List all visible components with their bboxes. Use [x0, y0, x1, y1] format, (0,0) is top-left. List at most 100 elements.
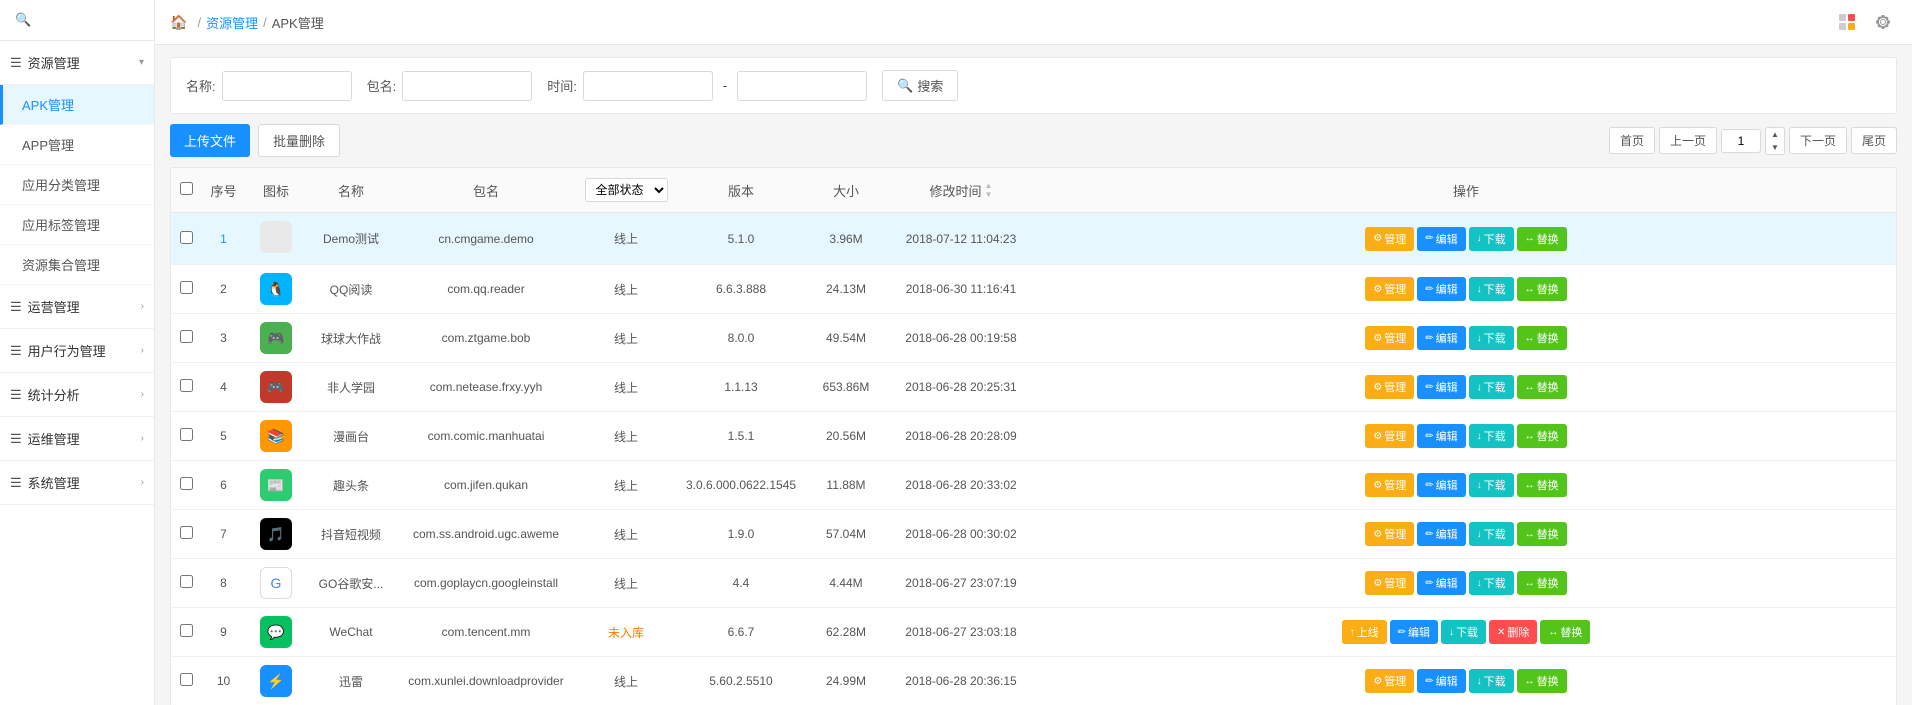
- btn-replace[interactable]: ↔替换: [1517, 277, 1567, 301]
- next-page-button[interactable]: 下一页: [1789, 127, 1847, 154]
- name-input[interactable]: [222, 71, 352, 101]
- table-row: 8GGO谷歌安...com.goplaycn.googleinstall线上4.…: [171, 559, 1896, 608]
- time-sort[interactable]: 修改时间 ▲▼: [930, 181, 993, 200]
- btn-manage[interactable]: ⚙管理: [1365, 227, 1414, 251]
- sidebar-group-operations[interactable]: ☰ 运营管理 ›: [0, 285, 154, 329]
- row-checkbox[interactable]: [180, 673, 193, 686]
- btn-manage[interactable]: ⚙管理: [1365, 571, 1414, 595]
- manage-icon: ⚙: [1373, 382, 1382, 393]
- btn-replace[interactable]: ↔替换: [1517, 326, 1567, 350]
- batch-delete-button[interactable]: 批量删除: [258, 124, 340, 157]
- row-checkbox[interactable]: [180, 281, 193, 294]
- btn-download[interactable]: ↓下载: [1469, 227, 1514, 251]
- sidebar-item-app-tag[interactable]: 应用标签管理: [0, 205, 154, 245]
- page-number-input[interactable]: [1721, 129, 1761, 153]
- btn-edit[interactable]: ✏编辑: [1417, 571, 1465, 595]
- row-checkbox[interactable]: [180, 477, 193, 490]
- chevron-right-icon: ›: [141, 301, 144, 312]
- row-checkbox[interactable]: [180, 330, 193, 343]
- home-icon[interactable]: 🏠: [170, 14, 187, 31]
- btn-edit[interactable]: ✏编辑: [1417, 424, 1465, 448]
- btn-replace[interactable]: ↔替换: [1517, 375, 1567, 399]
- btn-edit[interactable]: ✏编辑: [1417, 473, 1465, 497]
- sidebar-item-app-category[interactable]: 应用分类管理: [0, 165, 154, 205]
- select-all-checkbox[interactable]: [180, 182, 193, 195]
- grid-icon-btn[interactable]: [1833, 8, 1861, 36]
- btn-download[interactable]: ↓下载: [1469, 571, 1514, 595]
- sidebar-group-user-behavior[interactable]: ☰ 用户行为管理 ›: [0, 329, 154, 373]
- btn-manage[interactable]: ⚙管理: [1365, 473, 1414, 497]
- sidebar-group-ops-mgmt[interactable]: ☰ 运维管理 ›: [0, 417, 154, 461]
- pkg-input[interactable]: [402, 71, 532, 101]
- btn-download[interactable]: ↓下载: [1469, 473, 1514, 497]
- row-checkbox[interactable]: [180, 428, 193, 441]
- btn-edit[interactable]: ✏编辑: [1390, 620, 1438, 644]
- sidebar-item-resource-collection[interactable]: 资源集合管理: [0, 245, 154, 285]
- sidebar-section-resources: ☰ 资源管理 ▾ APK管理 APP管理 应用分类管理 应用标签管理 资源集合管…: [0, 41, 154, 285]
- sidebar-item-app[interactable]: APP管理: [0, 125, 154, 165]
- status-filter-select[interactable]: 全部状态 线上 未入库: [585, 178, 668, 202]
- btn-manage[interactable]: ⚙管理: [1365, 424, 1414, 448]
- row-checkbox[interactable]: [180, 231, 193, 244]
- sidebar: 🔍 ☰ 资源管理 ▾ APK管理 APP管理 应用分类管理 应用标签管理 资源集…: [0, 0, 155, 705]
- search-field-time: 时间: -: [547, 71, 867, 101]
- version-cell: 6.6.7: [676, 608, 806, 657]
- col-status-header[interactable]: 全部状态 线上 未入库: [576, 168, 676, 213]
- btn-edit[interactable]: ✏编辑: [1417, 227, 1465, 251]
- btn-download[interactable]: ↓下载: [1469, 522, 1514, 546]
- seq-link[interactable]: 1: [220, 232, 227, 246]
- prev-page-button[interactable]: 上一页: [1659, 127, 1717, 154]
- btn-download[interactable]: ↓下载: [1469, 277, 1514, 301]
- btn-manage[interactable]: ⚙管理: [1365, 375, 1414, 399]
- breadcrumb-resources[interactable]: 资源管理: [206, 13, 258, 32]
- btn-replace[interactable]: ↔替换: [1540, 620, 1590, 644]
- breadcrumb-sep1: /: [197, 15, 201, 30]
- btn-replace[interactable]: ↔替换: [1517, 522, 1567, 546]
- btn-edit[interactable]: ✏编辑: [1417, 669, 1465, 693]
- btn-edit[interactable]: ✏编辑: [1417, 522, 1465, 546]
- status-badge: 线上: [614, 381, 638, 395]
- time-start-input[interactable]: [583, 71, 713, 101]
- time-end-input[interactable]: [737, 71, 867, 101]
- first-page-button[interactable]: 首页: [1609, 127, 1655, 154]
- btn-replace[interactable]: ↔替换: [1517, 227, 1567, 251]
- sidebar-item-apk[interactable]: APK管理: [0, 85, 154, 125]
- row-checkbox[interactable]: [180, 379, 193, 392]
- row-checkbox[interactable]: [180, 575, 193, 588]
- search-button[interactable]: 🔍 搜索: [882, 70, 958, 101]
- sidebar-group-resources[interactable]: ☰ 资源管理 ▾: [0, 41, 154, 85]
- btn-manage[interactable]: ⚙管理: [1365, 277, 1414, 301]
- btn-replace[interactable]: ↔替换: [1517, 473, 1567, 497]
- pkg-label: 包名:: [367, 76, 397, 95]
- row-checkbox[interactable]: [180, 624, 193, 637]
- btn-replace[interactable]: ↔替换: [1517, 571, 1567, 595]
- upload-button[interactable]: 上传文件: [170, 124, 250, 157]
- btn-download[interactable]: ↓下载: [1469, 326, 1514, 350]
- btn-edit[interactable]: ✏编辑: [1417, 375, 1465, 399]
- btn-download[interactable]: ↓下载: [1469, 669, 1514, 693]
- btn-download[interactable]: ↓下载: [1469, 424, 1514, 448]
- btn-edit[interactable]: ✏编辑: [1417, 277, 1465, 301]
- sidebar-group-stats[interactable]: ☰ 统计分析 ›: [0, 373, 154, 417]
- page-down-arrow[interactable]: ▼: [1766, 141, 1784, 154]
- btn-manage[interactable]: ⚙管理: [1365, 669, 1414, 693]
- btn-online[interactable]: ↑上线: [1342, 620, 1387, 644]
- sidebar-group-system[interactable]: ☰ 系统管理 ›: [0, 461, 154, 505]
- last-page-button[interactable]: 尾页: [1851, 127, 1897, 154]
- btn-delete[interactable]: ✕删除: [1489, 620, 1537, 644]
- btn-manage[interactable]: ⚙管理: [1365, 522, 1414, 546]
- btn-manage[interactable]: ⚙管理: [1365, 326, 1414, 350]
- btn-download[interactable]: ↓下载: [1469, 375, 1514, 399]
- row-checkbox[interactable]: [180, 526, 193, 539]
- btn-edit[interactable]: ✏编辑: [1417, 326, 1465, 350]
- btn-download[interactable]: ↓下载: [1441, 620, 1486, 644]
- sidebar-search[interactable]: 🔍: [0, 0, 154, 41]
- gear-icon-btn[interactable]: [1869, 8, 1897, 36]
- page-up-arrow[interactable]: ▲: [1766, 128, 1784, 141]
- pkg-cell: com.ss.android.ugc.aweme: [396, 510, 576, 559]
- replace-icon: ↔: [1525, 676, 1535, 687]
- btn-replace[interactable]: ↔替换: [1517, 669, 1567, 693]
- col-time-header[interactable]: 修改时间 ▲▼: [886, 168, 1036, 213]
- btn-replace[interactable]: ↔替换: [1517, 424, 1567, 448]
- app-icon: 🐧: [260, 273, 292, 305]
